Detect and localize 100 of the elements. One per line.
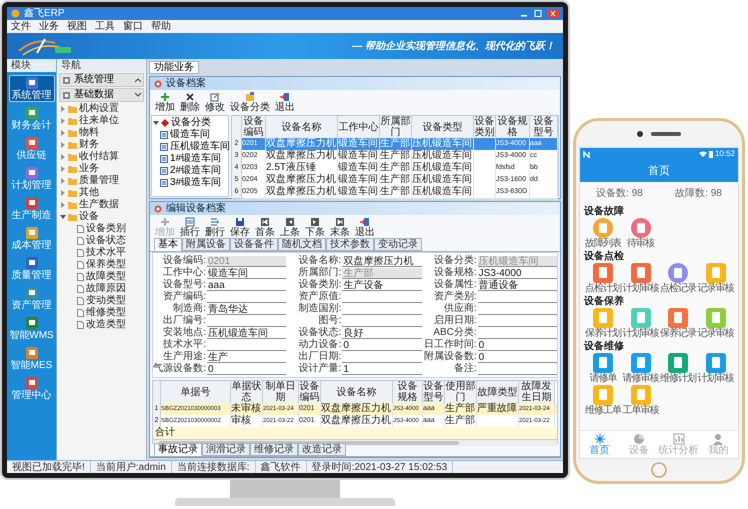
tab-bar-item[interactable]: 首页 [580, 433, 620, 456]
module-button[interactable]: 成本管理 [8, 225, 54, 252]
input-field[interactable]: 压机锻造车间 [207, 328, 286, 338]
input-field[interactable]: aaa [207, 280, 286, 290]
shortcut-button[interactable]: 待审核 [622, 218, 660, 249]
toolbar-button[interactable]: 删除 [179, 92, 201, 112]
tree-item[interactable]: 生产数据 [57, 199, 146, 211]
tree-item[interactable]: 机构设置 [57, 103, 146, 115]
shortcut-button[interactable]: 工单审核 [622, 385, 660, 416]
tree-item[interactable]: 设备分类 [152, 117, 228, 129]
input-field[interactable]: 0 [342, 340, 422, 350]
tree-item[interactable]: 3#锻造车间 [152, 177, 228, 189]
tab[interactable]: 技术参数 [326, 238, 374, 251]
shortcut-button[interactable]: 点检计划 [584, 263, 622, 294]
tab[interactable]: 事故记录 [154, 443, 202, 456]
module-button[interactable]: 财务会计 [8, 105, 54, 132]
tree-item[interactable]: 故障原因 [57, 283, 146, 295]
tree-item[interactable]: 压机锻造车间 [152, 141, 228, 153]
tree-item[interactable]: 1#锻造车间 [152, 153, 228, 165]
toolbar-button[interactable]: 下条 [304, 216, 326, 238]
shortcut-button[interactable]: 计划审核 [622, 263, 660, 294]
toolbar-button[interactable]: 插行 [179, 216, 201, 238]
shortcut-button[interactable]: 请修审核 [622, 353, 660, 384]
toolbar-button[interactable]: 增加 [154, 92, 176, 112]
module-button[interactable]: 智能MES [8, 345, 54, 372]
input-field[interactable]: 普通设备 [478, 280, 557, 290]
tree-item[interactable]: 收付结算 [57, 151, 146, 163]
toolbar-button[interactable]: 上条 [279, 216, 301, 238]
tab[interactable]: 附属设备 [182, 238, 230, 251]
toolbar-button[interactable]: 退出 [274, 92, 296, 112]
input-field[interactable]: 0 [207, 364, 286, 374]
toolbar-button[interactable]: 保存 [229, 216, 251, 238]
tree-item[interactable]: 维修类型 [57, 307, 146, 319]
input-field[interactable]: 0 [478, 340, 557, 350]
module-button[interactable]: 智能WMS [8, 315, 54, 342]
tree-item[interactable]: 技术水平 [57, 247, 146, 259]
shortcut-button[interactable]: 计划审核 [622, 308, 660, 339]
tree-item[interactable]: 其他 [57, 187, 146, 199]
toolbar-button[interactable]: 末条 [329, 216, 351, 238]
tree-item[interactable]: 故障类型 [57, 271, 146, 283]
shortcut-button[interactable]: 维修计划 [659, 353, 697, 384]
tree-item[interactable]: 锻造车间 [152, 129, 228, 141]
workspace-tab[interactable]: 功能业务 [149, 61, 199, 74]
tab[interactable]: 随机文档 [278, 238, 326, 251]
group-header[interactable]: 系统管理 [59, 73, 144, 87]
menu-item[interactable]: 业务 [39, 20, 59, 33]
tree-item[interactable]: 设备 [57, 211, 146, 223]
module-button[interactable]: 供应链 [8, 135, 54, 162]
shortcut-button[interactable]: 保养计划 [584, 308, 622, 339]
input-field[interactable]: 0 [478, 352, 557, 362]
shortcut-button[interactable]: 故障列表 [584, 218, 622, 249]
input-field[interactable]: 生产设备 [342, 280, 422, 290]
tree-item[interactable]: 设备类别 [57, 223, 146, 235]
tree-item[interactable]: 物料 [57, 127, 146, 139]
shortcut-button[interactable]: 点检记录 [659, 263, 697, 294]
menu-item[interactable]: 视图 [67, 20, 87, 33]
input-field[interactable]: 锻造车间 [207, 268, 286, 278]
module-button[interactable]: 计划管理 [8, 165, 54, 192]
toolbar-button[interactable]: 删行 [204, 216, 226, 238]
tree-item[interactable]: 保养类型 [57, 259, 146, 271]
toolbar-button[interactable]: 设备分类 [229, 92, 271, 112]
tab[interactable]: 设备备件 [230, 238, 278, 251]
shortcut-button[interactable]: 计划审核 [696, 353, 734, 384]
tree-item[interactable]: 设备状态 [57, 235, 146, 247]
shortcut-button[interactable]: 维修工单 [584, 385, 622, 416]
toolbar-button[interactable]: 首条 [254, 216, 276, 238]
tree-item[interactable]: 质量管理 [57, 175, 146, 187]
menu-item[interactable]: 窗口 [123, 20, 143, 33]
tree-item[interactable]: 改造类型 [57, 319, 146, 331]
shortcut-button[interactable]: 记录审核 [696, 263, 734, 294]
input-field[interactable]: 双盘摩擦压力机 [342, 256, 422, 266]
module-button[interactable]: 生产制造 [8, 195, 54, 222]
input-field[interactable]: 青岛华达 [207, 304, 286, 314]
tab[interactable]: 维修记录 [250, 443, 298, 456]
input-field[interactable]: 良好 [342, 328, 422, 338]
tab[interactable]: 基本 [154, 238, 182, 251]
toolbar-button[interactable]: 退出 [354, 216, 376, 238]
module-button[interactable]: 资产管理 [8, 285, 54, 312]
tree-item[interactable]: 业务 [57, 163, 146, 175]
tree-item[interactable]: 变动类型 [57, 295, 146, 307]
menu-item[interactable]: 工具 [95, 20, 115, 33]
shortcut-button[interactable]: 保养记录 [659, 308, 697, 339]
module-button[interactable]: 管理中心 [8, 375, 54, 402]
module-button[interactable]: 质量管理 [8, 255, 54, 282]
tree-item[interactable]: 2#锻造车间 [152, 165, 228, 177]
tab[interactable]: 润滑记录 [202, 443, 250, 456]
shortcut-button[interactable]: 记录审核 [696, 308, 734, 339]
menu-item[interactable]: 帮助 [151, 20, 171, 33]
group-header[interactable]: 基础数据 [59, 88, 144, 102]
input-field[interactable]: 1 [342, 364, 422, 374]
tree-item[interactable]: 往来单位 [57, 115, 146, 127]
tab[interactable]: 变动记录 [374, 238, 422, 251]
toolbar-button[interactable]: 修改 [204, 92, 226, 112]
menu-item[interactable]: 文件 [11, 20, 31, 33]
module-button[interactable]: 系统管理 [8, 75, 54, 102]
input-field[interactable]: JS3-4000 [478, 268, 557, 278]
tree-item[interactable]: 财务 [57, 139, 146, 151]
shortcut-button[interactable]: 请修单 [584, 353, 622, 384]
tab[interactable]: 改造记录 [298, 443, 346, 456]
input-field[interactable]: 生产 [207, 352, 286, 362]
